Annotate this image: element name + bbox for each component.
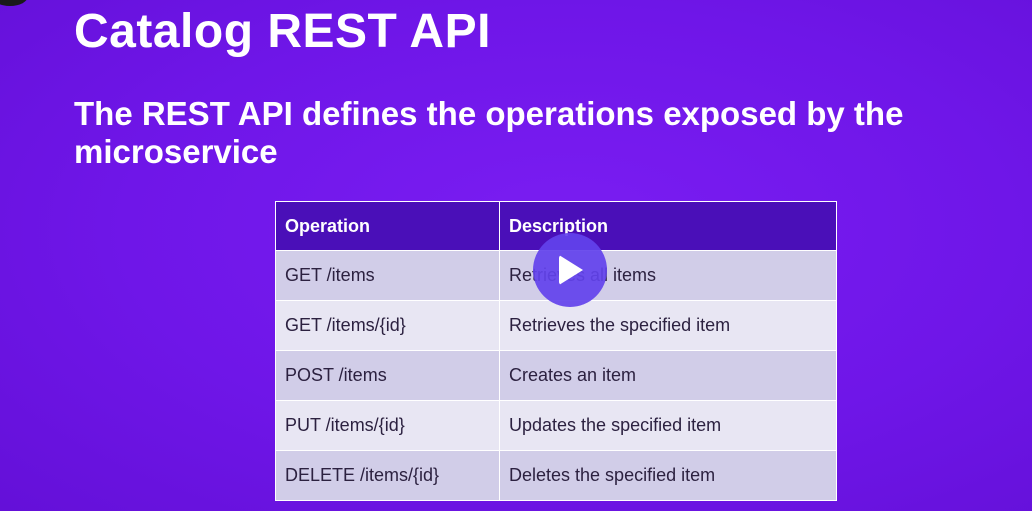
slide-subtitle: The REST API defines the operations expo…: [74, 95, 904, 170]
play-button[interactable]: [533, 233, 607, 307]
operation-cell: PUT /items/{id}: [275, 400, 500, 451]
table-row: GET /items/{id} Retrieves the specified …: [275, 300, 837, 351]
description-cell: Updates the specified item: [499, 400, 837, 451]
slide-title: Catalog REST API: [74, 5, 491, 58]
operation-cell: GET /items/{id}: [275, 300, 500, 351]
play-icon: [559, 255, 583, 285]
corner-overlay: [0, 0, 28, 6]
column-header-operation: Operation: [275, 201, 500, 251]
operation-cell: POST /items: [275, 350, 500, 401]
description-cell: Creates an item: [499, 350, 837, 401]
description-cell: Deletes the specified item: [499, 450, 837, 501]
operation-cell: GET /items: [275, 250, 500, 301]
table-row: POST /items Creates an item: [275, 350, 837, 401]
table-row: PUT /items/{id} Updates the specified it…: [275, 400, 837, 451]
description-cell: Retrieves the specified item: [499, 300, 837, 351]
table-row: DELETE /items/{id} Deletes the specified…: [275, 450, 837, 501]
operation-cell: DELETE /items/{id}: [275, 450, 500, 501]
video-slide: Catalog REST API The REST API defines th…: [0, 0, 1032, 511]
